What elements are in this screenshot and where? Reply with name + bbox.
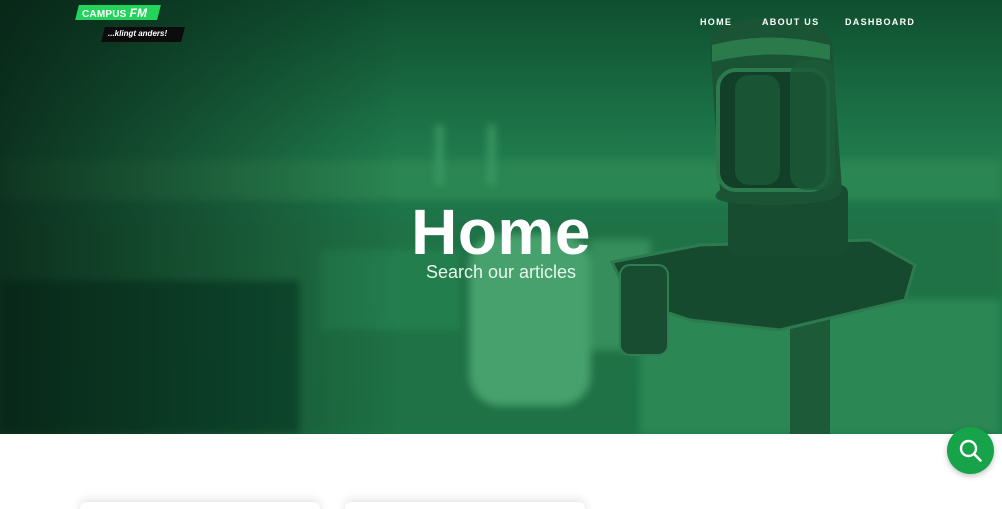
search-button[interactable] <box>947 427 994 474</box>
nav-link-home[interactable]: HOME <box>700 17 732 27</box>
nav-link-about-us[interactable]: ABOUT US <box>762 17 819 27</box>
nav-link-dashboard[interactable]: DASHBOARD <box>845 17 915 27</box>
page: CAMPUS FM ...klingt anders! HOME ABOUT U… <box>0 0 1002 509</box>
main-nav: HOME ABOUT US DASHBOARD <box>0 17 1002 31</box>
search-icon <box>959 439 982 462</box>
page-title: Home <box>411 195 591 268</box>
hero-subtitle: Search our articles <box>425 262 577 282</box>
article-card[interactable] <box>80 502 320 509</box>
article-card[interactable] <box>345 502 585 509</box>
hero-banner: CAMPUS FM ...klingt anders! HOME ABOUT U… <box>0 0 1002 434</box>
